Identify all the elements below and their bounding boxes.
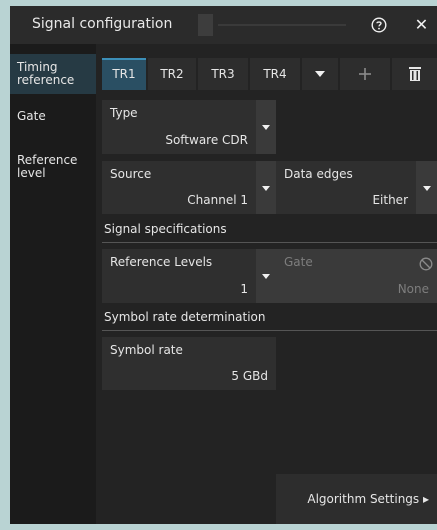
symbol-rate-value: 5 GBd [231,369,268,383]
tab-tr1[interactable]: TR1 [102,58,146,90]
symbol-rate-field[interactable]: Symbol rate 5 GBd [102,337,276,390]
reference-levels-field[interactable]: Reference Levels 1 [102,249,256,303]
type-field[interactable]: Type Software CDR [102,100,256,154]
delete-tab-button[interactable] [392,58,437,90]
section-divider [102,330,437,331]
sidebar-item-gate[interactable]: Gate [10,110,96,130]
close-icon[interactable]: ✕ [413,16,430,33]
gate-field: Gate None [276,249,437,303]
tab-label: TR2 [160,67,184,81]
symbol-rate-determination-heading: Symbol rate determination [104,310,266,324]
data-edges-value: Either [372,193,408,207]
plus-icon [359,68,371,80]
tab-label: TR3 [211,67,235,81]
signal-specifications-heading: Signal specifications [104,222,227,236]
tab-dropdown-button[interactable] [302,58,338,90]
type-dropdown-button[interactable] [256,100,276,154]
sidebar-item-reference-level[interactable]: Reference level [10,154,96,186]
data-edges-label: Data edges [284,167,353,181]
type-label: Type [110,106,138,120]
data-edges-dropdown-button[interactable] [416,161,437,214]
add-tab-button[interactable] [340,58,390,90]
reference-levels-label: Reference Levels [110,255,213,269]
trash-icon [409,67,421,81]
signal-configuration-dialog: Signal configuration ✕ Timing reference … [10,6,437,524]
reference-levels-dropdown-button[interactable] [256,249,276,303]
tab-label: TR1 [112,67,136,81]
source-dropdown-button[interactable] [256,161,276,214]
dialog-title-bar[interactable]: Signal configuration ✕ [10,6,437,44]
chevron-down-icon [315,71,325,77]
source-label: Source [110,167,152,181]
help-icon[interactable] [371,17,387,33]
gate-value: None [397,282,429,296]
dialog-title: Signal configuration [32,16,173,32]
sidebar: Timing reference Gate Reference level [10,44,96,524]
tab-tr2[interactable]: TR2 [148,58,196,90]
type-value: Software CDR [165,133,248,147]
source-value: Channel 1 [187,193,248,207]
tab-tr4[interactable]: TR4 [250,58,300,90]
tab-label: TR4 [263,67,287,81]
disabled-icon [419,257,433,271]
source-field[interactable]: Source Channel 1 [102,161,256,214]
title-slider-handle[interactable] [198,14,213,36]
reference-levels-value: 1 [240,282,248,296]
gate-label: Gate [284,255,313,269]
symbol-rate-label: Symbol rate [110,343,183,357]
data-edges-field[interactable]: Data edges Either [276,161,416,214]
sidebar-item-timing-reference[interactable]: Timing reference [10,54,96,94]
section-divider [102,242,437,243]
sidebar-item-label: Timing reference [17,60,75,87]
content-panel: TR1 TR2 TR3 TR4 Type Software CDR Source… [96,44,437,524]
algorithm-settings-button[interactable]: Algorithm Settings ▸ [276,474,437,524]
sidebar-item-label: Gate [17,109,46,123]
tab-tr3[interactable]: TR3 [198,58,248,90]
sidebar-item-label: Reference level [17,153,78,180]
title-slider-track[interactable] [218,24,346,26]
